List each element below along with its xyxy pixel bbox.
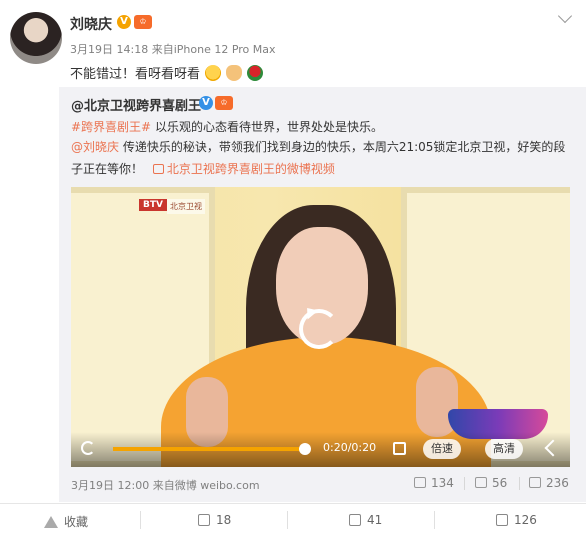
chevron-down-icon[interactable] [557, 8, 573, 24]
repost-text-2: 传递快乐的秘诀，带领我们找到身边的快乐，本周六21:05锁定北京卫视，好笑的段 [119, 140, 566, 154]
speed-button[interactable]: 倍速 [423, 439, 461, 459]
repost-count: 18 [216, 513, 232, 527]
repost-button[interactable]: 18 [198, 513, 231, 527]
avatar[interactable] [10, 12, 62, 64]
repost-text-3: 子正在等你！ [71, 162, 144, 176]
comment-icon [349, 514, 361, 526]
level-badge-icon: ♔ [134, 15, 152, 29]
like-icon [496, 514, 508, 526]
repost-author[interactable]: @北京卫视跨界喜剧王 [71, 95, 201, 114]
repost-text-1: 以乐观的心态看待世界，世界处处是快乐。 [151, 120, 383, 134]
comment-button[interactable]: 41 [349, 513, 382, 527]
author-name[interactable]: 刘晓庆 [70, 14, 112, 34]
progress-bar[interactable] [113, 443, 311, 455]
repost-comment-stat[interactable]: 56 [475, 476, 507, 490]
divider [519, 477, 520, 490]
mention-link[interactable]: @刘晓庆 [71, 140, 119, 154]
comment-icon [475, 477, 487, 488]
favorite-label: 收藏 [64, 515, 89, 529]
repost-forward-count: 134 [431, 476, 454, 490]
time-display: 0:20/0:20 [323, 441, 377, 454]
like-icon [529, 477, 541, 488]
repost-source: 来自微博 weibo.com [152, 479, 260, 492]
mute-icon[interactable] [544, 439, 562, 457]
rose-emoji-icon [247, 65, 264, 81]
video-player[interactable]: BTV 北京卫视 0:20/0:20 倍速 高清 [71, 187, 570, 467]
verified-badge-icon: V [199, 96, 213, 110]
forward-icon [198, 514, 210, 526]
post-timestamp[interactable]: 3月19日 14:18 [70, 43, 148, 56]
laugh-emoji-icon [205, 65, 222, 81]
progress-knob[interactable] [299, 443, 311, 455]
post-text: 不能错过！看呀看呀看 [70, 63, 264, 82]
level-badge-icon: ♔ [215, 96, 233, 110]
repost-like-count: 236 [546, 476, 569, 490]
repost-comment-count: 56 [492, 476, 508, 490]
post-body: 不能错过！看呀看呀看 [70, 67, 201, 82]
repost-card: @北京卫视跨界喜剧王 V ♔ #跨界喜剧王# 以乐观的心态看待世界，世界处处是快… [59, 87, 586, 502]
clap-emoji-icon [226, 65, 243, 81]
fullscreen-icon[interactable] [393, 442, 406, 455]
repost-line-2: @刘晓庆 传递快乐的秘诀，带领我们找到身边的快乐，本周六21:05锁定北京卫视，… [71, 138, 565, 155]
video-controls: 0:20/0:20 倍速 高清 [71, 432, 570, 467]
video-link[interactable]: 北京卫视跨界喜剧王的微博视频 [152, 162, 335, 176]
repost-timestamp[interactable]: 3月19日 12:00 [71, 479, 149, 492]
action-bar: 收藏 18 41 126 [0, 503, 586, 536]
post-meta: 3月19日 14:18 来自iPhone 12 Pro Max [70, 41, 276, 57]
progress-fill [113, 447, 305, 451]
forward-icon [414, 477, 426, 488]
like-button[interactable]: 126 [496, 513, 537, 527]
repost-line-3: 子正在等你！ 北京卫视跨界喜剧王的微博视频 [71, 160, 335, 177]
divider [464, 477, 465, 490]
verified-badge-icon: V [117, 15, 131, 29]
video-link-label: 北京卫视跨界喜剧王的微博视频 [166, 162, 335, 176]
repost-meta: 3月19日 12:00 来自微博 weibo.com [71, 477, 260, 493]
favorite-button[interactable]: 收藏 [44, 513, 88, 530]
comment-count: 41 [367, 513, 383, 527]
channel-logo: BTV [139, 199, 167, 211]
repost-forward-stat[interactable]: 134 [414, 476, 454, 490]
quality-button[interactable]: 高清 [485, 439, 523, 459]
post-source: 来自iPhone 12 Pro Max [151, 43, 276, 56]
video-link-icon [152, 164, 164, 174]
replay-small-icon[interactable] [81, 441, 95, 455]
star-icon [44, 516, 58, 528]
hashtag-link[interactable]: #跨界喜剧王# [71, 120, 151, 134]
channel-tag: 北京卫视 [167, 199, 205, 214]
like-count: 126 [514, 513, 537, 527]
divider [287, 511, 288, 529]
repost-line-1: #跨界喜剧王# 以乐观的心态看待世界，世界处处是快乐。 [71, 118, 383, 135]
divider [140, 511, 141, 529]
divider [434, 511, 435, 529]
repost-like-stat[interactable]: 236 [529, 476, 569, 490]
